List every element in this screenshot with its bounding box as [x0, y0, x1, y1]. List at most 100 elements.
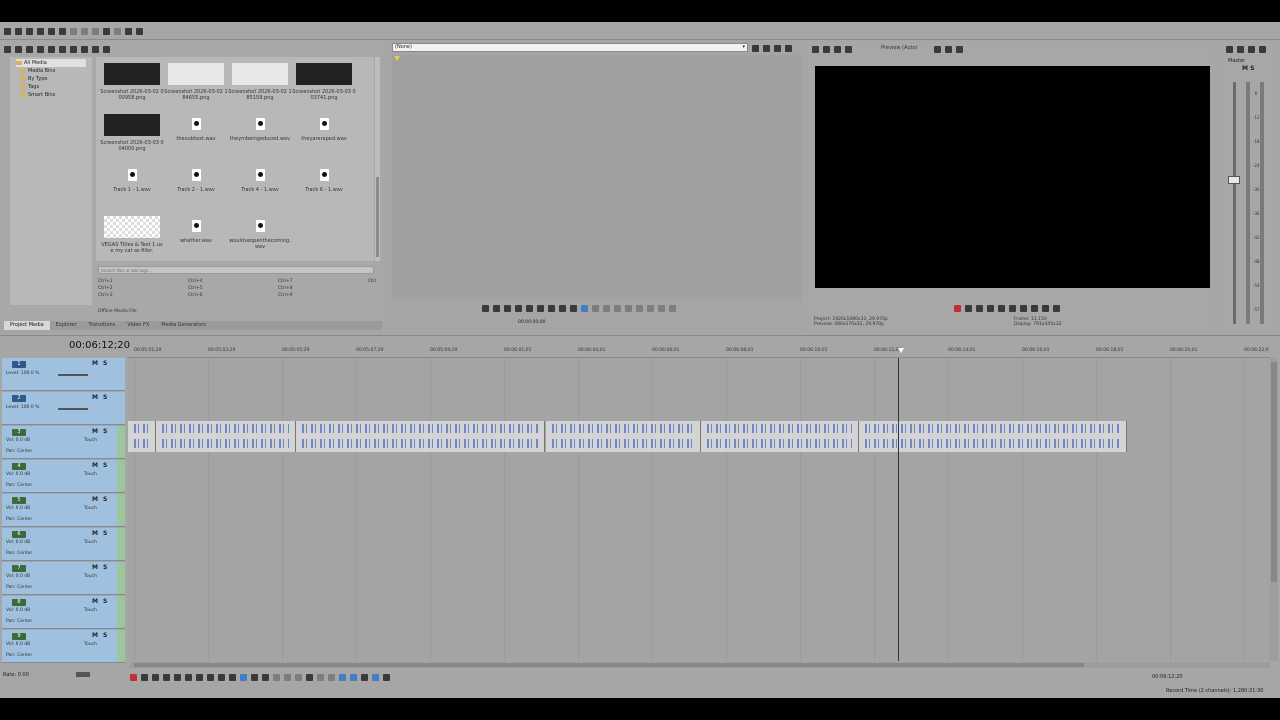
- remove-icon[interactable]: [37, 45, 44, 53]
- master-mute-solo[interactable]: M S: [1242, 65, 1254, 72]
- stop-icon[interactable]: [1009, 304, 1016, 312]
- media-search-input[interactable]: [98, 266, 374, 274]
- solo-button[interactable]: S: [103, 394, 107, 401]
- audio-clip[interactable]: [701, 421, 859, 452]
- tab-explorer[interactable]: Explorer: [50, 321, 83, 330]
- gear-icon[interactable]: [812, 45, 819, 53]
- loop-icon[interactable]: [141, 673, 148, 681]
- open-icon[interactable]: [15, 27, 22, 35]
- solo-button[interactable]: S: [103, 598, 107, 605]
- stop-icon[interactable]: [70, 45, 77, 53]
- tree-item[interactable]: By Type: [16, 75, 86, 83]
- tree-item[interactable]: All Media: [16, 59, 86, 67]
- copy-snapshot-icon[interactable]: [945, 45, 952, 53]
- trim-start-icon[interactable]: [284, 673, 291, 681]
- region-icon[interactable]: [328, 673, 335, 681]
- views-icon[interactable]: [92, 45, 99, 53]
- track-header[interactable]: 9 M S Vol: 0.0 dB Touch Pan: Center: [2, 630, 125, 663]
- master-fader-handle[interactable]: [1228, 176, 1240, 184]
- playhead-cursor[interactable]: [898, 358, 899, 661]
- select-icon[interactable]: [581, 304, 588, 312]
- media-item[interactable]: Screenshot 2026-03-03 004000.png: [100, 114, 164, 168]
- auto-ripple-icon[interactable]: [350, 673, 357, 681]
- solo-button[interactable]: S: [103, 564, 107, 571]
- media-item[interactable]: Screenshot 2026-03-02 000958.png: [100, 63, 164, 117]
- cut-icon[interactable]: [70, 27, 77, 35]
- timeline-area[interactable]: [128, 358, 1270, 661]
- in-point-icon[interactable]: [592, 304, 599, 312]
- split-icon[interactable]: [273, 673, 280, 681]
- tab-video-fx[interactable]: Video FX: [121, 321, 155, 330]
- media-item[interactable]: Track 6 - 1.wav: [292, 165, 356, 219]
- envelope-tool-icon[interactable]: [251, 673, 258, 681]
- next-frame-icon[interactable]: [229, 673, 236, 681]
- go-start-icon[interactable]: [537, 304, 544, 312]
- add-to-timeline-icon[interactable]: [752, 44, 759, 52]
- track-header[interactable]: 5 M S Vol: 0.0 dB Touch Pan: Center: [2, 494, 125, 527]
- pause-icon[interactable]: [174, 673, 181, 681]
- track-header[interactable]: 1 M S Level: 100.0 %: [2, 358, 125, 391]
- solo-button[interactable]: S: [103, 462, 107, 469]
- track-header[interactable]: 2 M S Level: 100.0 %: [2, 392, 125, 425]
- media-item[interactable]: theoubtext.wav: [164, 114, 228, 168]
- trimmer-dropdown[interactable]: (None) ▾: [392, 43, 748, 52]
- solo-icon[interactable]: [1248, 45, 1255, 53]
- search-icon[interactable]: [103, 45, 110, 53]
- solo-button[interactable]: S: [103, 496, 107, 503]
- record-icon[interactable]: [130, 673, 137, 681]
- mute-button[interactable]: M: [92, 428, 98, 435]
- overlays-icon[interactable]: [934, 45, 941, 53]
- track-header[interactable]: 8 M S Vol: 0.0 dB Touch Pan: Center: [2, 596, 125, 629]
- tab-transitions[interactable]: Transitions: [83, 321, 122, 330]
- media-fx-icon[interactable]: [48, 45, 55, 53]
- snapping-icon[interactable]: [339, 673, 346, 681]
- scroll-thumb[interactable]: [376, 177, 379, 257]
- mute-button[interactable]: M: [92, 632, 98, 639]
- import-icon[interactable]: [4, 45, 11, 53]
- h-scroll-thumb[interactable]: [134, 663, 1084, 667]
- save-icon[interactable]: [26, 27, 33, 35]
- marker-icon[interactable]: [317, 673, 324, 681]
- go-start-icon[interactable]: [196, 673, 203, 681]
- audio-clip[interactable]: [859, 421, 1127, 452]
- add-before-icon[interactable]: [647, 304, 654, 312]
- level-slider[interactable]: [58, 408, 88, 410]
- play-from-start-icon[interactable]: [976, 304, 983, 312]
- play-from-start-icon[interactable]: [152, 673, 159, 681]
- get-media-icon[interactable]: [26, 45, 33, 53]
- media-item[interactable]: theymbeingeduced.wav: [228, 114, 292, 168]
- tab-project-media[interactable]: Project Media: [4, 321, 50, 330]
- v-scroll-thumb[interactable]: [1271, 362, 1277, 582]
- capture-icon[interactable]: [15, 45, 22, 53]
- add-after-icon[interactable]: [636, 304, 643, 312]
- solo-button[interactable]: S: [103, 632, 107, 639]
- solo-button[interactable]: S: [103, 360, 107, 367]
- automation-mode[interactable]: Touch: [84, 608, 97, 613]
- timeline-h-scrollbar[interactable]: [130, 662, 1270, 668]
- copy-icon[interactable]: [81, 27, 88, 35]
- media-item[interactable]: Screenshot 2026-03-02 185159.png: [228, 63, 292, 117]
- audio-clip[interactable]: [546, 421, 701, 452]
- split-screen-icon[interactable]: [845, 45, 852, 53]
- automation-mode[interactable]: Touch: [84, 438, 97, 443]
- dock-icon[interactable]: [785, 44, 792, 52]
- automation-mode[interactable]: Touch: [84, 574, 97, 579]
- loop-icon[interactable]: [965, 304, 972, 312]
- mute-button[interactable]: M: [92, 394, 98, 401]
- automation-mode[interactable]: Touch: [84, 540, 97, 545]
- solo-button[interactable]: S: [103, 428, 107, 435]
- normal-edit-tool-icon[interactable]: [240, 673, 247, 681]
- timeline-ruler[interactable]: 00:05:01;29 00:05:03;29 00:05:05;29 00:05:0…: [128, 346, 1270, 358]
- preview-quality-dropdown[interactable]: Preview (Auto): [881, 45, 918, 51]
- trim-icon[interactable]: [669, 304, 676, 312]
- track-header[interactable]: 6 M S Vol: 0.0 dB Touch Pan: Center: [2, 528, 125, 561]
- render-icon[interactable]: [48, 27, 55, 35]
- tree-item[interactable]: Media Bins: [16, 67, 86, 75]
- tree-item[interactable]: Smart Bins: [16, 91, 86, 99]
- help-icon[interactable]: [136, 27, 143, 35]
- automation-mode[interactable]: Touch: [84, 506, 97, 511]
- automation-mode[interactable]: Touch: [84, 642, 97, 647]
- mute-icon[interactable]: [1237, 45, 1244, 53]
- properties-icon[interactable]: [59, 27, 66, 35]
- prev-frame-icon[interactable]: [218, 673, 225, 681]
